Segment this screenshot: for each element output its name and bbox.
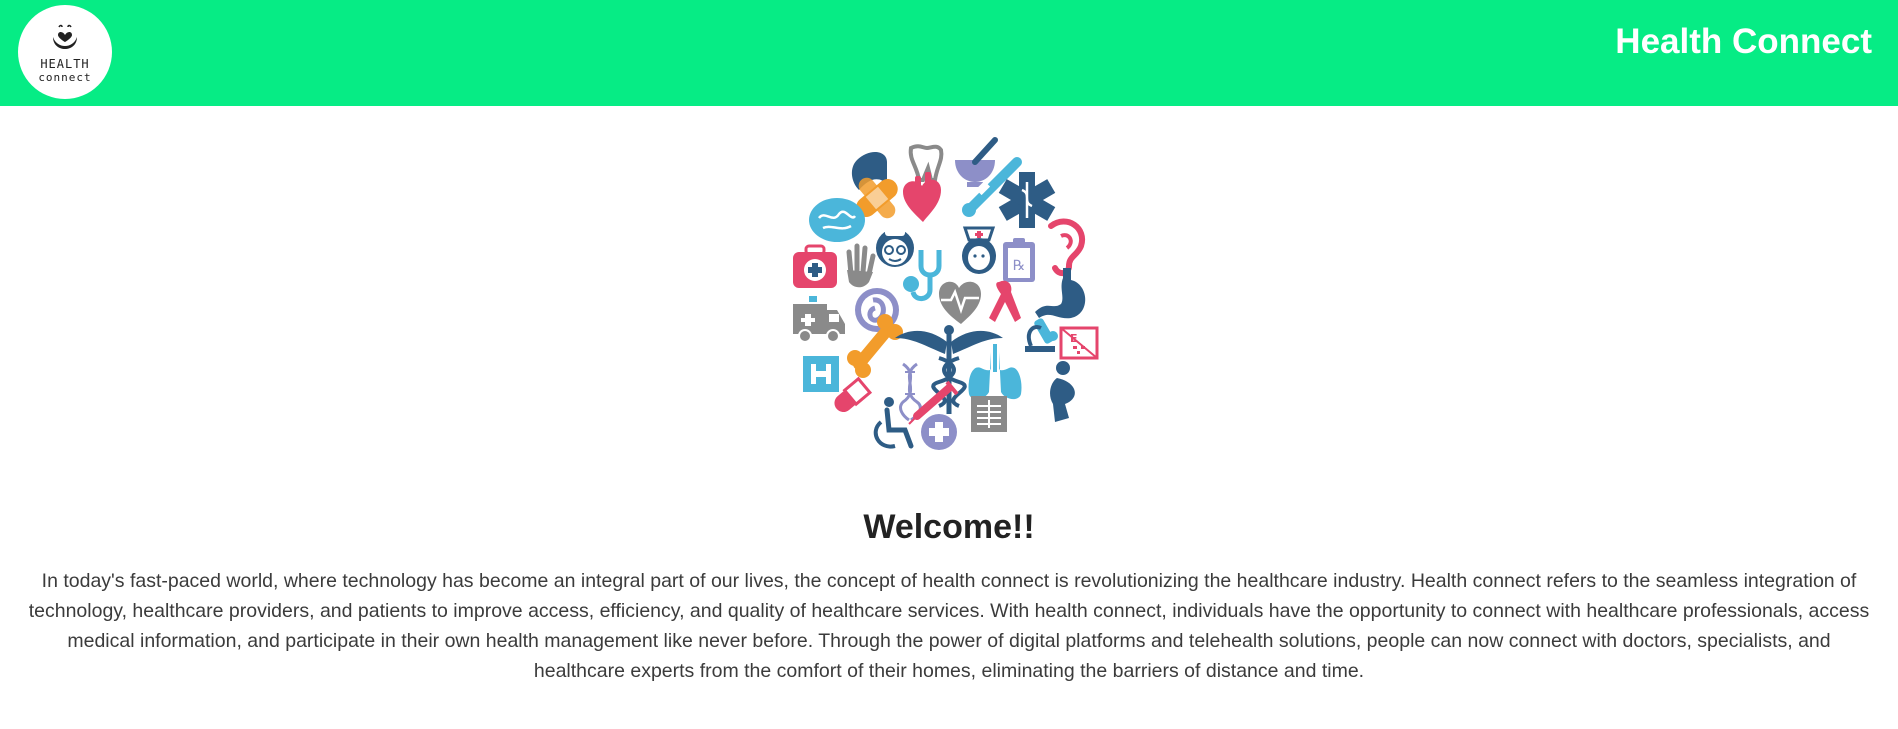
eye-chart-icon: E [1059, 326, 1099, 360]
microscope-icon [1025, 318, 1058, 352]
doctor-icon [876, 228, 914, 267]
brain-icon [809, 198, 865, 242]
prescription-clipboard-icon: ℞ [1003, 238, 1035, 282]
svg-text:℞: ℞ [1013, 258, 1026, 274]
site-title[interactable]: Health Connect [1615, 22, 1872, 62]
medical-cross-icon [921, 414, 957, 450]
mortar-pestle-icon [955, 137, 998, 187]
logo-text-connect: connect [38, 71, 92, 84]
medical-icons-collage: ℞ [793, 137, 1099, 450]
hand-icon [846, 243, 876, 288]
star-of-life-icon [998, 172, 1056, 228]
lungs-icon [968, 344, 1022, 400]
top-navbar: HEALTH connect Health Connect [0, 0, 1898, 106]
first-aid-kit-icon [793, 244, 837, 288]
ambulance-icon [793, 296, 845, 343]
pregnant-woman-icon [1050, 361, 1075, 422]
heartbeat-icon [939, 281, 981, 324]
intro-paragraph: In today's fast-paced world, where techn… [28, 570, 1870, 682]
nurse-icon [962, 226, 996, 274]
awareness-ribbon-icon [989, 280, 1021, 322]
welcome-heading: Welcome!! [863, 508, 1035, 546]
xray-icon [971, 396, 1007, 432]
ear-icon [1048, 218, 1086, 276]
wheelchair-icon [873, 397, 914, 449]
hands-heart-logo-icon [53, 24, 77, 49]
health-connect-logo[interactable]: HEALTH connect [18, 5, 112, 99]
logo-text-health: HEALTH [40, 57, 90, 71]
hospital-icon [803, 356, 839, 392]
